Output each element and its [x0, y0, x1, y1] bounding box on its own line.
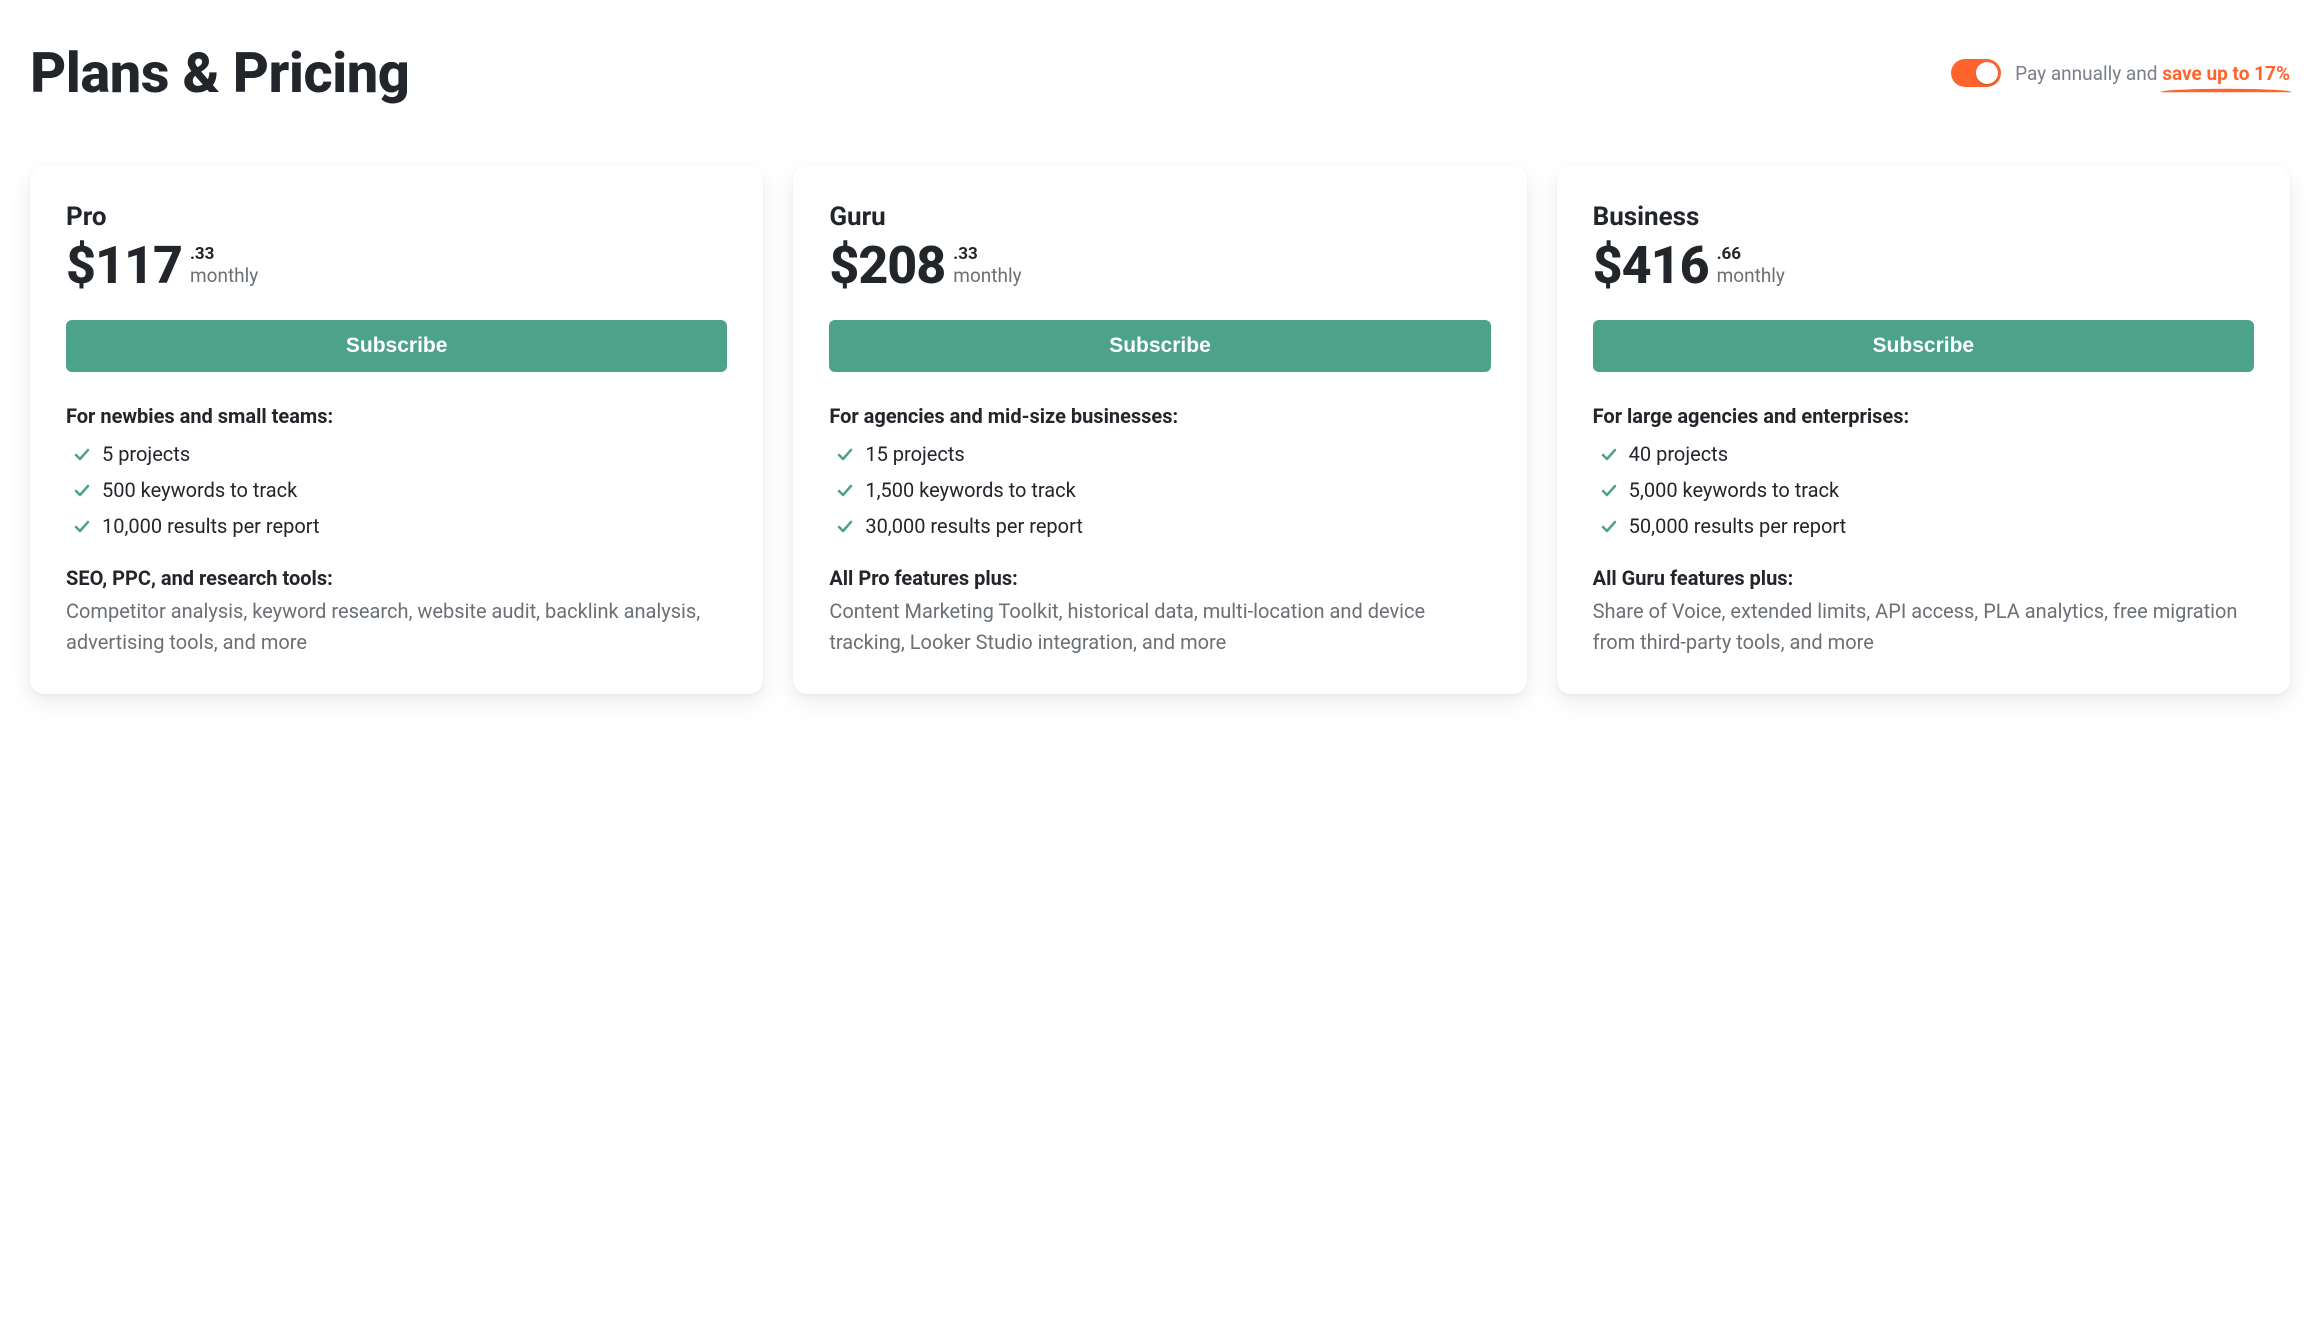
feature-item: 500 keywords to track: [66, 478, 727, 502]
plan-name: Pro: [66, 202, 727, 232]
plan-name: Business: [1593, 202, 2254, 232]
extras-body: Content Marketing Toolkit, historical da…: [829, 596, 1490, 658]
check-icon: [837, 447, 853, 463]
feature-item: 10,000 results per report: [66, 514, 727, 538]
pricing-cards: Pro $117 .33 monthly Subscribe For newbi…: [30, 166, 2290, 694]
header-row: Plans & Pricing Pay annually and save up…: [30, 40, 2290, 106]
feature-list: 5 projects 500 keywords to track 10,000 …: [66, 442, 727, 538]
toggle-highlight: save up to 17%: [2162, 62, 2290, 85]
extras-heading: All Guru features plus:: [1593, 566, 2254, 590]
toggle-knob: [1976, 62, 1998, 84]
extras-heading: SEO, PPC, and research tools:: [66, 566, 727, 590]
feature-text: 500 keywords to track: [102, 478, 297, 502]
price-cents: .33: [190, 246, 258, 263]
audience-heading: For large agencies and enterprises:: [1593, 404, 2254, 428]
extras-heading: All Pro features plus:: [829, 566, 1490, 590]
subscribe-button[interactable]: Subscribe: [1593, 320, 2254, 372]
annual-toggle[interactable]: [1951, 59, 2001, 87]
price-row: $416 .66 monthly: [1593, 240, 2254, 292]
extras-body: Share of Voice, extended limits, API acc…: [1593, 596, 2254, 658]
subscribe-button[interactable]: Subscribe: [829, 320, 1490, 372]
page-title: Plans & Pricing: [30, 40, 409, 106]
feature-text: 1,500 keywords to track: [865, 478, 1075, 502]
plan-card-pro: Pro $117 .33 monthly Subscribe For newbi…: [30, 166, 763, 694]
feature-list: 40 projects 5,000 keywords to track 50,0…: [1593, 442, 2254, 538]
price-sub: .33 monthly: [953, 240, 1021, 288]
feature-text: 50,000 results per report: [1629, 514, 1847, 538]
price-main: $117: [66, 240, 182, 292]
toggle-prefix: Pay annually and: [2015, 62, 2162, 85]
price-cents: .66: [1717, 246, 1785, 263]
price-period: monthly: [190, 265, 258, 288]
check-icon: [1601, 447, 1617, 463]
feature-item: 1,500 keywords to track: [829, 478, 1490, 502]
check-icon: [837, 519, 853, 535]
price-cents: .33: [953, 246, 1021, 263]
price-sub: .66 monthly: [1717, 240, 1785, 288]
annual-toggle-label: Pay annually and save up to 17%: [2015, 62, 2290, 85]
feature-item: 40 projects: [1593, 442, 2254, 466]
plan-name: Guru: [829, 202, 1490, 232]
feature-text: 5 projects: [102, 442, 190, 466]
feature-item: 5,000 keywords to track: [1593, 478, 2254, 502]
feature-item: 50,000 results per report: [1593, 514, 2254, 538]
feature-text: 40 projects: [1629, 442, 1728, 466]
feature-text: 5,000 keywords to track: [1629, 478, 1839, 502]
feature-text: 15 projects: [865, 442, 964, 466]
check-icon: [74, 483, 90, 499]
feature-text: 10,000 results per report: [102, 514, 320, 538]
extras-body: Competitor analysis, keyword research, w…: [66, 596, 727, 658]
price-row: $208 .33 monthly: [829, 240, 1490, 292]
feature-item: 5 projects: [66, 442, 727, 466]
price-period: monthly: [1717, 265, 1785, 288]
feature-item: 30,000 results per report: [829, 514, 1490, 538]
check-icon: [837, 483, 853, 499]
subscribe-button[interactable]: Subscribe: [66, 320, 727, 372]
price-row: $117 .33 monthly: [66, 240, 727, 292]
feature-text: 30,000 results per report: [865, 514, 1083, 538]
price-period: monthly: [953, 265, 1021, 288]
plan-card-business: Business $416 .66 monthly Subscribe For …: [1557, 166, 2290, 694]
price-main: $416: [1593, 240, 1709, 292]
feature-list: 15 projects 1,500 keywords to track 30,0…: [829, 442, 1490, 538]
feature-item: 15 projects: [829, 442, 1490, 466]
check-icon: [74, 519, 90, 535]
audience-heading: For newbies and small teams:: [66, 404, 727, 428]
plan-card-guru: Guru $208 .33 monthly Subscribe For agen…: [793, 166, 1526, 694]
check-icon: [1601, 519, 1617, 535]
price-sub: .33 monthly: [190, 240, 258, 288]
audience-heading: For agencies and mid-size businesses:: [829, 404, 1490, 428]
annual-toggle-section: Pay annually and save up to 17%: [1951, 59, 2290, 87]
check-icon: [74, 447, 90, 463]
check-icon: [1601, 483, 1617, 499]
price-main: $208: [829, 240, 945, 292]
